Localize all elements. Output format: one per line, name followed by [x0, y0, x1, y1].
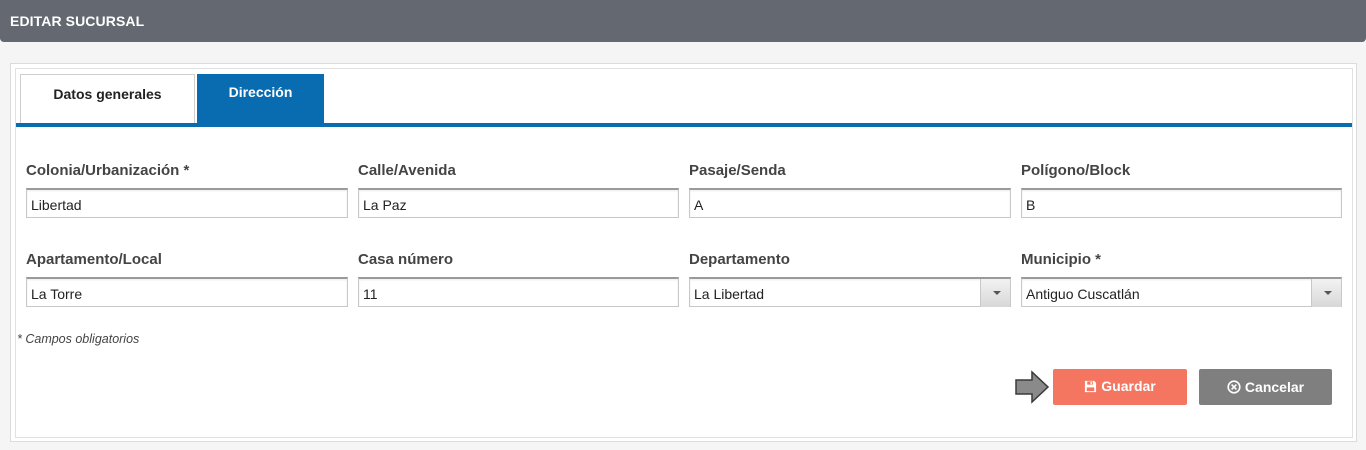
- colonia-input[interactable]: Libertad: [26, 188, 348, 218]
- casa-input[interactable]: 11: [358, 277, 679, 307]
- calle-label: Calle/Avenida: [358, 162, 456, 179]
- page-title: EDITAR SUCURSAL: [10, 13, 145, 29]
- municipio-select[interactable]: Antiguo Cuscatlán: [1021, 277, 1342, 307]
- tab-direccion[interactable]: Dirección: [197, 74, 324, 124]
- pasaje-label: Pasaje/Senda: [689, 162, 786, 179]
- municipio-label: Municipio *: [1021, 251, 1101, 268]
- poligono-label: Polígono/Block: [1021, 162, 1131, 179]
- floppy-disk-icon: [1085, 380, 1097, 393]
- cancel-button-label: Cancelar: [1244, 379, 1305, 395]
- poligono-input[interactable]: B: [1021, 188, 1342, 218]
- form-panel-inner: Datos generales Dirección Colonia/Urbani…: [15, 68, 1353, 438]
- apartamento-label: Apartamento/Local: [26, 251, 162, 268]
- colonia-label: Colonia/Urbanización *: [26, 162, 190, 179]
- required-fields-note: * Campos obligatorios: [17, 332, 140, 346]
- departamento-label: Departamento: [689, 251, 790, 268]
- departamento-value: La Libertad: [694, 286, 765, 302]
- page-header: EDITAR SUCURSAL: [0, 0, 1366, 42]
- tab-underline: [16, 123, 1352, 127]
- departamento-select[interactable]: La Libertad: [689, 277, 1011, 307]
- cancel-button[interactable]: Cancelar: [1199, 369, 1332, 405]
- save-button-label: Guardar: [1101, 378, 1156, 394]
- times-circle-icon: [1227, 380, 1241, 394]
- casa-label: Casa número: [358, 251, 454, 268]
- arrow-right-icon: [1015, 370, 1050, 404]
- chevron-down-icon[interactable]: [1311, 279, 1341, 307]
- municipio-value: Antiguo Cuscatlán: [1026, 286, 1140, 302]
- calle-input[interactable]: La Paz: [358, 188, 679, 218]
- save-button[interactable]: Guardar: [1053, 369, 1187, 405]
- tab-datos-generales[interactable]: Datos generales: [20, 74, 195, 124]
- apartamento-input[interactable]: La Torre: [26, 277, 348, 307]
- pasaje-input[interactable]: A: [689, 188, 1011, 218]
- form-panel: Datos generales Dirección Colonia/Urbani…: [10, 63, 1357, 442]
- chevron-down-icon[interactable]: [980, 279, 1010, 307]
